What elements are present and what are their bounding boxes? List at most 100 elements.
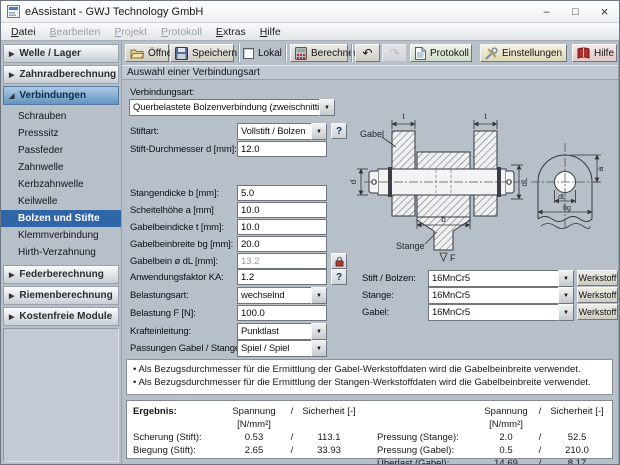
result-stress: 2.65 [221,444,287,457]
sidebar-group-label: Welle / Lager [19,48,81,59]
menu-hilfe[interactable]: Hilfe [253,25,288,39]
close-button[interactable]: × [590,1,619,22]
sidebar-item-bolzen-und-stifte[interactable]: Bolzen und Stifte [1,210,121,227]
app-icon [7,5,20,18]
krafteinleitung-select[interactable]: Punktlast ▼ [237,323,327,340]
chevron-down-icon[interactable]: ▼ [558,270,574,287]
settings-button[interactable]: Einstellungen [480,44,567,62]
sidebar-group-kostenfreie-module[interactable]: ▶ Kostenfreie Module [3,307,119,326]
sidebar-item-kerbzahnwelle[interactable]: Kerbzahnwelle [1,176,121,193]
chevron-right-icon: ▶ [9,292,14,300]
menu-extras[interactable]: Extras [209,25,253,39]
chevron-down-icon[interactable]: ▼ [558,287,574,304]
help-button[interactable]: Hilfe [572,44,617,62]
results-col-spannung: Spannung [N/mm²] [477,405,535,431]
passungen-select[interactable]: Spiel / Spiel ▼ [237,340,327,357]
menu-projekt: Projekt [107,25,154,39]
stift-werkstoff-button[interactable]: Werkstoff [577,270,618,286]
stift-durchmesser-label: Stift-Durchmesser d [mm]: [130,144,237,155]
chevron-down-icon[interactable]: ▼ [319,99,335,116]
diagram-dim-d: d [349,180,358,184]
result-safety: 33.93 [297,444,361,457]
results-left: Ergebnis: Spannung [N/mm²] / Sicherheit … [133,405,361,457]
result-row-label: Scherung (Stift): [133,431,221,444]
toolbar-separator [238,44,240,62]
anwendungsfaktor-help-button[interactable]: ? [331,269,347,285]
maximize-button[interactable]: □ [561,1,590,22]
chevron-down-icon[interactable]: ▼ [311,340,327,357]
verbindungsart-select[interactable]: Querbelastete Bolzenverbindung (zweischn… [129,99,335,116]
result-slash: / [535,457,545,464]
sidebar-group-items: Schrauben Presssitz Passfeder Zahnwelle … [1,106,121,264]
stift-bolzen-material-select[interactable]: 16MnCr5 ▼ [428,270,574,287]
bolt-connection-diagram: Gabel Stange F t t d dL b [348,107,614,267]
sidebar-item-hirth-verzahnung[interactable]: Hirth-Verzahnung [1,244,121,261]
sidebar-group-label: Zahnradberechnung [19,69,116,80]
gabelbeindicke-input[interactable] [237,219,327,235]
protocol-label: Protokoll [430,48,469,59]
minimize-button[interactable]: – [532,1,561,22]
result-row-label: Pressung (Stange): [377,431,477,444]
scheitelhoehe-input[interactable] [237,202,327,218]
calculator-icon [295,47,307,60]
book-icon [577,47,590,59]
stiftart-select[interactable]: Vollstift / Bolzen ▼ [237,123,327,140]
lock-button[interactable] [331,253,347,269]
gabel-werkstoff-button[interactable]: Werkstoff [577,304,618,320]
stangendicke-input[interactable] [237,185,327,201]
verbindungsart-label: Verbindungsart: [130,87,194,98]
verbindungsart-value: Querbelastete Bolzenverbindung (zweischn… [129,99,319,116]
results-title: Ergebnis: [133,405,221,431]
belastung-input[interactable] [237,305,327,321]
redo-icon: ↷ [389,46,399,60]
chevron-down-icon[interactable]: ▼ [311,323,327,340]
gabelbeinbreite-input[interactable] [237,236,327,252]
menu-protokoll: Protokoll [154,25,209,39]
diagram-dim-dl-side: dL [520,177,529,186]
sidebar-group-verbindungen[interactable]: ◢ Verbindungen [3,86,119,105]
window-controls: – □ × [532,1,619,22]
menu-datei[interactable]: Datei [4,25,43,39]
result-row-label: Biegung (Stift): [133,444,221,457]
menu-bearbeiten: Bearbeiten [43,25,108,39]
protocol-button[interactable]: Protokoll [410,44,472,62]
save-button[interactable]: Speichern [170,44,234,62]
stange-material-value: 16MnCr5 [428,287,558,304]
gabel-material-select[interactable]: 16MnCr5 ▼ [428,304,574,321]
sidebar-item-presssitz[interactable]: Presssitz [1,125,121,142]
sidebar-group-zahnradberechnung[interactable]: ▶ Zahnradberechnung [3,65,119,84]
title-bar: eAssistant - GWJ Technology GmbH – □ × [1,1,619,23]
sidebar-item-keilwelle[interactable]: Keilwelle [1,193,121,210]
stiftart-help-button[interactable]: ? [331,123,347,139]
belastungsart-select[interactable]: wechselnd ▼ [237,287,327,304]
sidebar-group-label: Riemenberechnung [19,290,112,301]
lokal-checkbox[interactable] [243,48,254,59]
lokal-toggle[interactable]: Lokal [243,44,282,62]
chevron-down-icon[interactable]: ▼ [311,123,327,140]
sidebar-group-riemenberechnung[interactable]: ▶ Riemenberechnung [3,286,119,305]
undo-button[interactable]: ↶ [355,44,380,62]
stift-durchmesser-input[interactable] [237,141,327,157]
stift-bolzen-material-value: 16MnCr5 [428,270,558,287]
sidebar-item-klemmverbindung[interactable]: Klemmverbindung [1,227,121,244]
stange-material-select[interactable]: 16MnCr5 ▼ [428,287,574,304]
sidebar-group-welle-lager[interactable]: ▶ Welle / Lager [3,44,119,63]
anwendungsfaktor-input[interactable] [237,269,327,285]
open-button[interactable]: Öffnen [125,44,169,62]
chevron-right-icon: ▶ [9,271,14,279]
belastung-label: Belastung F [N]: [130,308,196,319]
note-line: • Als Bezugsdurchmesser für die Ermittlu… [133,363,606,376]
stange-werkstoff-button[interactable]: Werkstoff [577,287,618,303]
gabelbein-durchmesser-input [237,253,327,269]
toolbar-separator [351,44,353,62]
floppy-icon [175,47,188,60]
diagram-front-view: a dL bg [531,143,605,229]
sidebar-item-passfeder[interactable]: Passfeder [1,142,121,159]
sidebar-item-zahnwelle[interactable]: Zahnwelle [1,159,121,176]
sidebar-item-schrauben[interactable]: Schrauben [1,108,121,125]
sidebar-group-federberechnung[interactable]: ▶ Federberechnung [3,265,119,284]
calculate-button[interactable]: Berechnen [290,44,348,62]
chevron-down-icon[interactable]: ▼ [311,287,327,304]
chevron-down-icon[interactable]: ▼ [558,304,574,321]
toolbar-separator [285,44,287,62]
